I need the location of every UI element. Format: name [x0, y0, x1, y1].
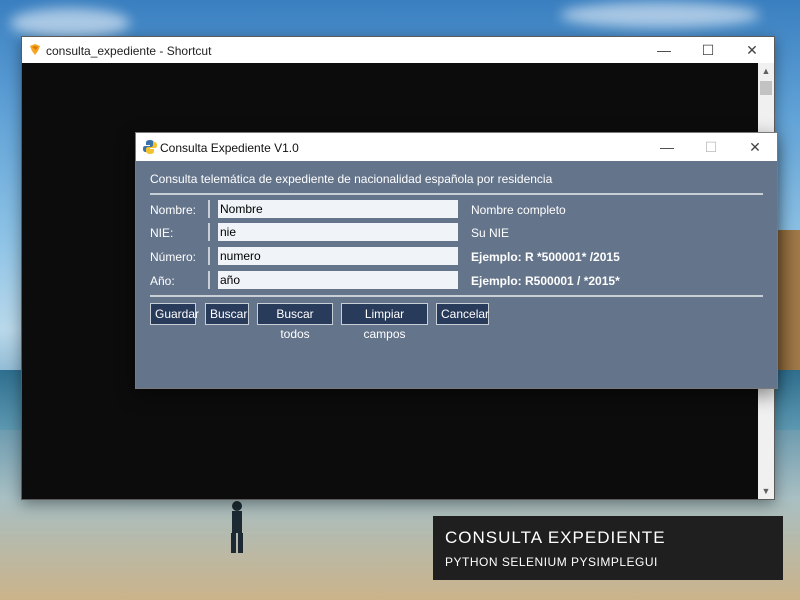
scroll-up-icon[interactable]: ▲: [758, 63, 774, 79]
form-description: Consulta telemática de expediente de nac…: [150, 172, 553, 186]
buscar-button[interactable]: Buscar: [205, 303, 249, 325]
cloud: [10, 8, 130, 38]
anio-label: Año:: [150, 274, 175, 288]
dialog-body: Consulta telemática de expediente de nac…: [136, 161, 777, 388]
form-row-nombre: Nombre: Nombre completo: [150, 200, 763, 220]
form-row-numero: Número: Ejemplo: R *500001* /2015: [150, 247, 763, 267]
guardar-button[interactable]: Guardar: [150, 303, 199, 325]
close-button[interactable]: ✕: [733, 134, 777, 160]
python-logo-icon: [143, 140, 157, 154]
scroll-down-icon[interactable]: ▼: [758, 483, 774, 499]
form-row-anio: Año: Ejemplo: R500001 / *2015*: [150, 271, 763, 291]
anio-hint: Ejemplo: R500001 / *2015*: [471, 274, 620, 288]
maximize-button[interactable]: ☐: [686, 37, 730, 63]
buscar-todos-button[interactable]: Buscar todos: [257, 303, 333, 341]
close-button[interactable]: ✕: [730, 37, 774, 63]
scroll-thumb[interactable]: [760, 81, 772, 95]
python-logo-icon: [30, 44, 40, 55]
numero-label: Número:: [150, 250, 197, 264]
nombre-input[interactable]: [218, 200, 458, 218]
nie-hint: Su NIE: [471, 226, 510, 240]
numero-hint: Ejemplo: R *500001* /2015: [471, 250, 620, 264]
dialog-titlebar[interactable]: Consulta Expediente V1.0 — ☐ ✕: [136, 133, 777, 161]
maximize-button: ☐: [704, 138, 718, 155]
console-title: consulta_expediente - Shortcut: [46, 44, 212, 58]
nombre-hint: Nombre completo: [471, 203, 566, 217]
person-silhouette: [231, 501, 243, 553]
field-divider: [208, 271, 210, 289]
nie-label: NIE:: [150, 226, 174, 240]
limpiar-campos-button[interactable]: Limpiar campos: [341, 303, 428, 341]
form-row-nie: NIE: Su NIE: [150, 223, 763, 243]
minimize-button[interactable]: —: [642, 37, 686, 63]
console-titlebar[interactable]: consulta_expediente - Shortcut — ☐ ✕: [22, 37, 774, 63]
caption-subtitle: PYTHON SELENIUM PYSIMPLEGUI: [445, 555, 658, 569]
caption-title: CONSULTA EXPEDIENTE: [445, 528, 666, 547]
nombre-label: Nombre:: [150, 203, 197, 217]
separator: [150, 295, 763, 297]
minimize-button[interactable]: —: [645, 134, 689, 160]
numero-input[interactable]: [218, 247, 458, 265]
separator: [150, 193, 763, 195]
dialog-title: Consulta Expediente V1.0: [160, 141, 299, 155]
field-divider: [208, 223, 210, 241]
field-divider: [208, 200, 210, 218]
video-caption: CONSULTA EXPEDIENTE PYTHON SELENIUM PYSI…: [433, 516, 783, 580]
nie-input[interactable]: [218, 223, 458, 241]
cancelar-button[interactable]: Cancelar: [436, 303, 489, 325]
cloud: [560, 2, 760, 28]
anio-input[interactable]: [218, 271, 458, 289]
consulta-dialog: Consulta Expediente V1.0 — ☐ ✕ Consulta …: [135, 132, 778, 389]
field-divider: [208, 247, 210, 265]
